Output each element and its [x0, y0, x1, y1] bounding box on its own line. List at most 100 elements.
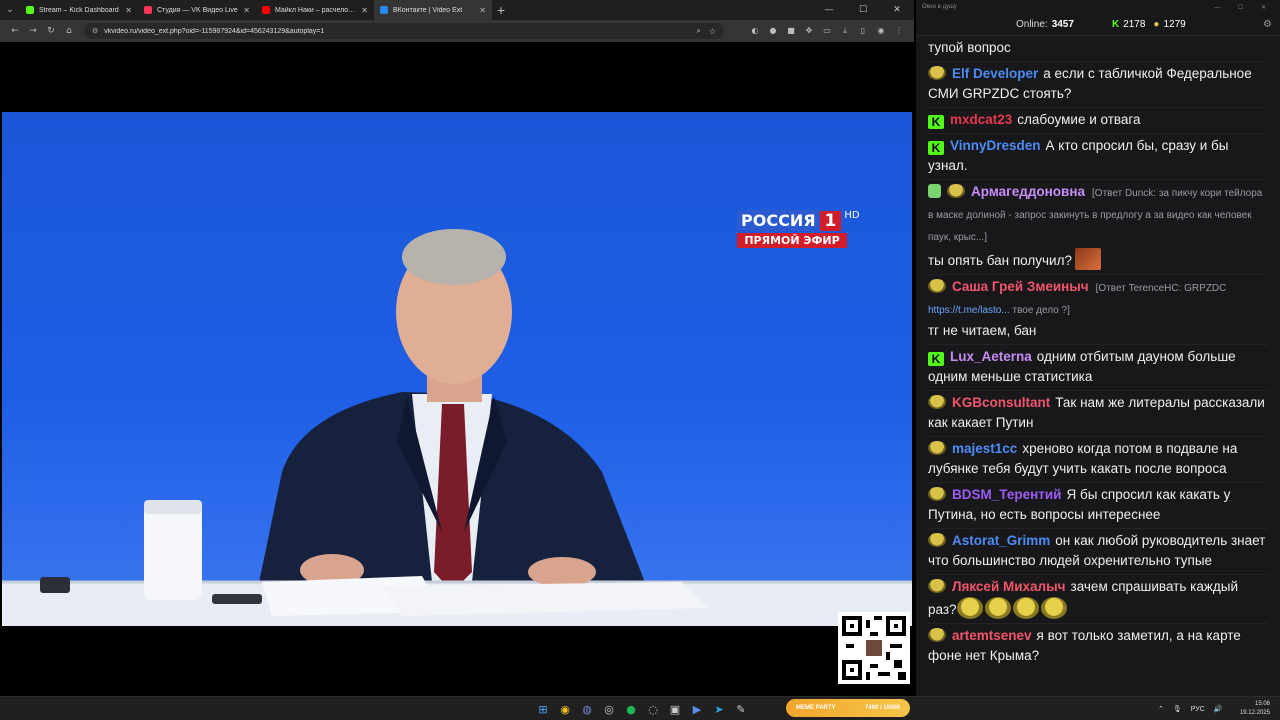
close-tab-icon[interactable]: ✕: [125, 6, 132, 15]
site-info-icon[interactable]: ⚙: [92, 27, 98, 35]
browser-toolbar: ← → ↻ ⌂ ⚙ vkvideo.ru/video_ext.php?oid=-…: [0, 20, 914, 42]
tab-favicon-icon: [262, 6, 270, 14]
chat-stats-bar: Online: 3457 K 2178 ● 1279 ⚙: [916, 14, 1280, 36]
chat-username[interactable]: mxdcat23: [950, 112, 1012, 127]
bookmark-star-icon[interactable]: ☆: [709, 27, 716, 36]
chat-message[interactable]: majest1cc хреново когда потом в подвале н…: [928, 436, 1268, 482]
close-tab-icon[interactable]: ✕: [479, 6, 486, 15]
address-bar[interactable]: ⚙ vkvideo.ru/video_ext.php?oid=-11598792…: [84, 23, 724, 39]
start-icon[interactable]: ⊞: [532, 700, 554, 718]
extension-icon[interactable]: ●: [764, 26, 782, 36]
chat-username[interactable]: artemtsenev: [952, 628, 1032, 643]
zoom-icon[interactable]: ⌕: [696, 26, 700, 36]
chat-message[interactable]: Ляксей Михалыч зачем спрашивать каждый ра…: [928, 574, 1268, 623]
pepe-badge-icon: [928, 279, 946, 293]
extensions-puzzle-icon[interactable]: ✥: [800, 26, 818, 36]
chat-message[interactable]: Elf Developer а если с табличкой Федераль…: [928, 61, 1268, 107]
kick-badge-icon: K: [928, 352, 944, 366]
steam-icon[interactable]: ◎: [598, 700, 620, 718]
close-tab-icon[interactable]: ✕: [243, 6, 250, 15]
browser-tab[interactable]: ВКонтакте | Video Ext ✕: [374, 0, 492, 20]
meme-party-label: MEME PARTY: [796, 705, 836, 711]
chat-username[interactable]: Lux_Aeterna: [950, 349, 1032, 364]
pepe-badge-icon: [947, 184, 965, 198]
chat-username[interactable]: Армагеддоновна: [971, 184, 1085, 199]
tab-title: ВКонтакте | Video Ext: [393, 6, 463, 14]
meme-party-widget[interactable]: MEME PARTY 7400 / 15000: [786, 699, 910, 717]
chat-message-list[interactable]: тупой вопрос Elf Developer а если с таблич…: [916, 36, 1280, 696]
settings-icon[interactable]: ⚙: [1263, 19, 1272, 30]
split-view-icon[interactable]: ▭: [818, 26, 836, 36]
close-window-icon[interactable]: ✕: [880, 5, 914, 15]
spotify-icon[interactable]: ●: [620, 700, 642, 718]
reply-link[interactable]: https://t.me/lasto...: [928, 305, 1010, 316]
chat-username[interactable]: Ляксей Михалыч: [952, 579, 1066, 594]
download-icon[interactable]: ⤓: [836, 26, 854, 36]
discord-icon[interactable]: ◍: [576, 700, 598, 718]
extension-icon[interactable]: ◐: [746, 26, 764, 36]
chat-message[interactable]: K Lux_Aeterna одним отбитым дауном больше …: [928, 344, 1268, 390]
chat-message[interactable]: Саша Грей Змеиныч [Ответ TerenceHC: GRPZD…: [928, 274, 1268, 344]
online-label: Online:: [1016, 19, 1048, 30]
clock[interactable]: 15:06 19.12.2025: [1240, 700, 1270, 718]
video-player[interactable]: РОССИЯ 1 HD ПРЯМОЙ ЭФИР: [2, 42, 912, 696]
moderator-badge-icon: [928, 184, 941, 198]
chat-window-title: Окно в душу: [922, 4, 957, 10]
chat-message[interactable]: Армагеддоновна [Ответ Dunck: за пикчу кор…: [928, 179, 1268, 274]
kick-badge-icon: K: [928, 115, 944, 129]
chrome-icon[interactable]: ◉: [554, 700, 576, 718]
media-player-icon[interactable]: ▶: [686, 700, 708, 718]
chat-message[interactable]: BDSM_Терентий Я бы спросил как какать у П…: [928, 482, 1268, 528]
url-text: vkvideo.ru/video_ext.php?oid=-115987924&…: [104, 27, 325, 35]
chat-username[interactable]: Astorat_Grimm: [952, 533, 1050, 548]
clock-date: 19.12.2025: [1239, 710, 1270, 716]
chat-message[interactable]: artemtsenev я вот только заметил, а на ка…: [928, 623, 1268, 669]
chat-window-titlebar: Окно в душу — ☐ ✕: [916, 0, 1280, 14]
telegram-icon[interactable]: ➤: [708, 700, 730, 718]
home-icon[interactable]: ⌂: [60, 26, 78, 36]
browser-tab[interactable]: Майкл Наки – расчеловечив... ✕: [256, 0, 374, 20]
extension-icon[interactable]: ■: [782, 26, 800, 36]
live-label: ПРЯМОЙ ЭФИР: [737, 233, 847, 248]
browser-tab[interactable]: Студия — VK Видео Live ✕: [138, 0, 256, 20]
forward-icon[interactable]: →: [24, 26, 42, 36]
chat-message[interactable]: KGBconsultant Так нам же литералы рассказ…: [928, 390, 1268, 436]
reply-text: [Ответ TerenceHC: GRPZDC: [1095, 283, 1227, 294]
sidebar-icon[interactable]: ▯: [854, 26, 872, 36]
tab-strip: ⌄ Stream – Kick Dashboard ✕ Студия — VK Ви…: [0, 0, 914, 20]
chat-username[interactable]: KGBconsultant: [952, 395, 1050, 410]
qr-code-image: [842, 616, 906, 680]
tray-chevron-icon[interactable]: ⌃: [1158, 705, 1164, 713]
tab-search-icon[interactable]: ⌄: [0, 0, 20, 20]
lang-indicator[interactable]: РУС: [1191, 706, 1205, 713]
minimize-icon[interactable]: —: [812, 5, 846, 15]
chat-message[interactable]: тупой вопрос: [928, 36, 1268, 61]
new-tab-button[interactable]: +: [492, 4, 510, 17]
pepe-badge-icon: [928, 395, 946, 409]
chat-message[interactable]: K VinnyDresden А кто спросил бы, сразу и б…: [928, 133, 1268, 179]
obs-icon[interactable]: ◌: [642, 700, 664, 718]
chat-username[interactable]: VinnyDresden: [950, 138, 1041, 153]
tab-favicon-icon: [144, 6, 152, 14]
volume-icon[interactable]: 🔊: [1214, 705, 1223, 713]
chat-window-controls[interactable]: — ☐ ✕: [1214, 4, 1274, 11]
maximize-icon[interactable]: ☐: [846, 5, 880, 15]
pepe-emote-icon: [956, 597, 983, 619]
chat-username[interactable]: majest1cc: [952, 441, 1017, 456]
app-icon[interactable]: ▣: [664, 700, 686, 718]
meme-party-progress: 7400 / 15000: [864, 705, 900, 711]
chat-username[interactable]: Elf Developer: [952, 66, 1038, 81]
menu-icon[interactable]: ⋮: [890, 26, 908, 36]
browser-tab[interactable]: Stream – Kick Dashboard ✕: [20, 0, 138, 20]
chat-message[interactable]: Kmxdcat23 слабоумие и отвага: [928, 107, 1268, 133]
chat-username[interactable]: Саша Грей Змеиныч: [952, 279, 1089, 294]
back-icon[interactable]: ←: [6, 26, 24, 36]
close-tab-icon[interactable]: ✕: [361, 6, 368, 15]
reload-icon[interactable]: ↻: [42, 26, 60, 36]
chat-message[interactable]: Astorat_Grimm он как любой руководитель з…: [928, 528, 1268, 574]
profile-icon[interactable]: ◉: [872, 26, 890, 36]
microphone-icon[interactable]: 🎙: [1173, 705, 1182, 713]
chat-username[interactable]: BDSM_Терентий: [952, 487, 1061, 502]
vk-viewer-icon: ●: [1153, 19, 1160, 30]
app-icon[interactable]: ✎: [730, 700, 752, 718]
